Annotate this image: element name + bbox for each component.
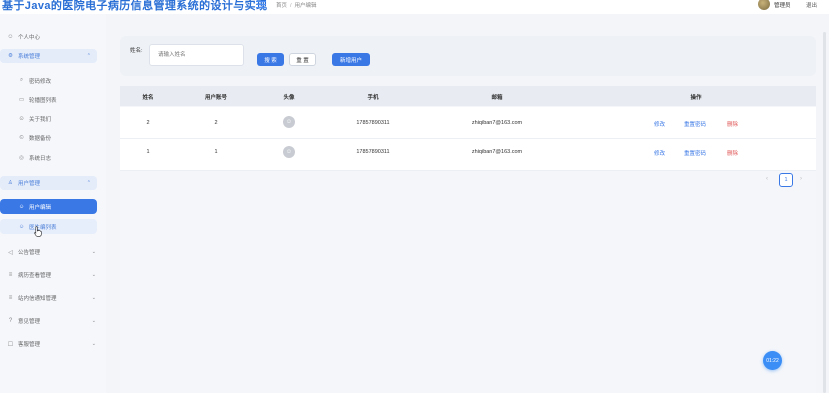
sidebar-group-records[interactable]: ≡ 病历查看管理 ⌄: [0, 268, 106, 282]
sidebar-item-log[interactable]: ◎ 系统日志: [0, 150, 97, 165]
speaker-icon: ◁: [8, 249, 13, 256]
cell-phone: 17857890311: [356, 149, 390, 155]
chat-icon: ☐: [7, 341, 14, 348]
reset-password-button[interactable]: 重置密码: [684, 120, 706, 128]
table-header: 姓名 用户账号 头像 手机 邮箱 操作: [120, 86, 816, 106]
sidebar-group-label: 客服管理: [18, 342, 41, 348]
info-icon: ⊙: [19, 115, 24, 122]
user-icon: ☺: [18, 203, 25, 210]
sidebar-group-label: 系统管理: [18, 54, 41, 60]
sidebar-item-label: 轮播图列表: [29, 97, 57, 104]
user-avatar-placeholder-icon: ☺: [283, 146, 295, 158]
pagination-next-icon[interactable]: ›: [800, 176, 802, 182]
log-icon: ◎: [19, 154, 24, 161]
sidebar-item-label: 数据备份: [29, 135, 52, 142]
edit-button[interactable]: 修改: [654, 149, 665, 157]
column-header-avatar: 头像: [283, 95, 295, 101]
sidebar-group-label: 公告管理: [18, 250, 41, 256]
add-user-button[interactable]: 新增用户: [332, 53, 370, 66]
name-search-input[interactable]: [149, 44, 244, 66]
logout-button[interactable]: 退出: [806, 1, 817, 9]
breadcrumb-home[interactable]: 首页: [276, 3, 287, 9]
reset-button[interactable]: 重 置: [289, 53, 316, 66]
cell-account: 2: [214, 120, 218, 126]
list-icon: ≡: [8, 295, 13, 301]
column-header-phone: 手机: [367, 95, 379, 101]
admin-name[interactable]: 管理员: [774, 1, 791, 9]
chevron-down-icon: ⌄: [91, 341, 96, 347]
sidebar-group-user[interactable]: ♙ 用户管理 ⌃: [0, 176, 97, 190]
chevron-up-icon: ⌃: [86, 180, 91, 186]
breadcrumb: 首页 / 用户编辑: [276, 3, 317, 9]
question-icon: ?: [8, 318, 13, 324]
chevron-down-icon: ⌄: [91, 249, 96, 255]
cell-name: 1: [146, 149, 150, 155]
cell-phone: 17857890311: [356, 120, 390, 126]
reset-password-button[interactable]: 重置密码: [684, 149, 706, 157]
breadcrumb-current: 用户编辑: [294, 3, 317, 9]
sidebar-item-label: 个人中心: [18, 35, 41, 41]
sidebar-group-notice[interactable]: ◁ 公告管理 ⌄: [0, 245, 106, 259]
sidebar-group-label: 意见管理: [18, 319, 41, 325]
delete-button[interactable]: 删除: [727, 149, 738, 157]
gear-icon: ⚙: [8, 53, 13, 59]
admin-avatar[interactable]: [758, 0, 770, 10]
column-header-actions: 操作: [690, 95, 702, 101]
edit-button[interactable]: 修改: [654, 120, 665, 128]
app-title: 基于Java的医院电子病历信息管理系统的设计与实现: [2, 0, 268, 12]
sidebar-group-label: 站内信通知管理: [18, 296, 57, 302]
menu-toggle-icon[interactable]: [256, 1, 266, 9]
backup-icon: ©: [19, 134, 24, 141]
chevron-up-icon: ⌃: [86, 53, 91, 59]
search-button[interactable]: 搜 索: [257, 53, 284, 66]
hand-cursor-icon: [34, 226, 42, 237]
chevron-down-icon: ⌄: [91, 318, 96, 324]
users-icon: ♙: [8, 180, 13, 186]
sidebar-item-carousel[interactable]: ▭ 轮播图列表: [0, 92, 97, 107]
sidebar-item-label: 用户编辑: [29, 204, 52, 211]
user-avatar-placeholder-icon: ☺: [283, 116, 295, 128]
sidebar-item-password[interactable]: ⌕ 密码修改: [0, 73, 97, 88]
user-icon: ☺: [18, 223, 25, 230]
cell-email: zhiqiban7@163.com: [471, 149, 523, 155]
column-header-name: 姓名: [142, 95, 154, 101]
name-label: 姓名:: [130, 48, 143, 54]
column-header-email: 邮箱: [491, 95, 503, 101]
sidebar-group-messages[interactable]: ≡ 站内信通知管理 ⌄: [0, 291, 106, 305]
delete-button[interactable]: 删除: [727, 120, 738, 128]
sidebar-group-label: 病历查看管理: [18, 273, 52, 279]
sidebar-item-doctor-list[interactable]: ☺ 医生编列表: [0, 219, 97, 234]
sidebar-group-service[interactable]: ☐ 客服管理 ⌄: [0, 337, 106, 351]
list-icon: ≡: [8, 272, 13, 278]
sidebar-item-label: 关于我们: [29, 116, 52, 123]
top-header: 基于Java的医院电子病历信息管理系统的设计与实现 首页 / 用户编辑 管理员 退出: [0, 0, 829, 14]
table-row: 2 2 ☺ 17857890311 zhiqiban7@163.com 修改 重…: [120, 107, 816, 139]
pagination-page-current[interactable]: 1: [779, 173, 793, 187]
sidebar-item-personal-center[interactable]: ☺ 个人中心: [0, 30, 106, 44]
floating-timer-button[interactable]: 01:22: [763, 351, 782, 370]
pagination-prev-icon[interactable]: ‹: [766, 176, 768, 182]
cell-account: 1: [214, 149, 218, 155]
vertical-scrollbar[interactable]: [823, 32, 826, 393]
chevron-down-icon: ⌄: [91, 272, 96, 278]
cell-email: zhiqiban7@163.com: [471, 120, 523, 126]
sidebar-item-backup[interactable]: © 数据备份: [0, 130, 97, 145]
sidebar-item-label: 密码修改: [29, 78, 52, 85]
sidebar-item-user-edit[interactable]: ☺ 用户编辑: [0, 199, 97, 214]
column-header-account: 用户账号: [204, 95, 228, 101]
table-row: 1 1 ☺ 17857890311 zhiqiban7@163.com 修改 重…: [120, 139, 816, 171]
sidebar-item-about[interactable]: ⊙ 关于我们: [0, 111, 97, 126]
user-icon: ☺: [7, 34, 14, 40]
sidebar-group-feedback[interactable]: ? 意见管理 ⌄: [0, 314, 106, 328]
search-icon: ⌕: [19, 77, 24, 83]
sidebar-group-label: 用户管理: [18, 181, 41, 187]
sidebar-group-system[interactable]: ⚙ 系统管理 ⌃: [0, 49, 97, 63]
cell-name: 2: [146, 120, 150, 126]
chevron-down-icon: ⌄: [91, 295, 96, 301]
image-icon: ▭: [18, 96, 25, 103]
sidebar-item-label: 系统日志: [29, 155, 52, 162]
